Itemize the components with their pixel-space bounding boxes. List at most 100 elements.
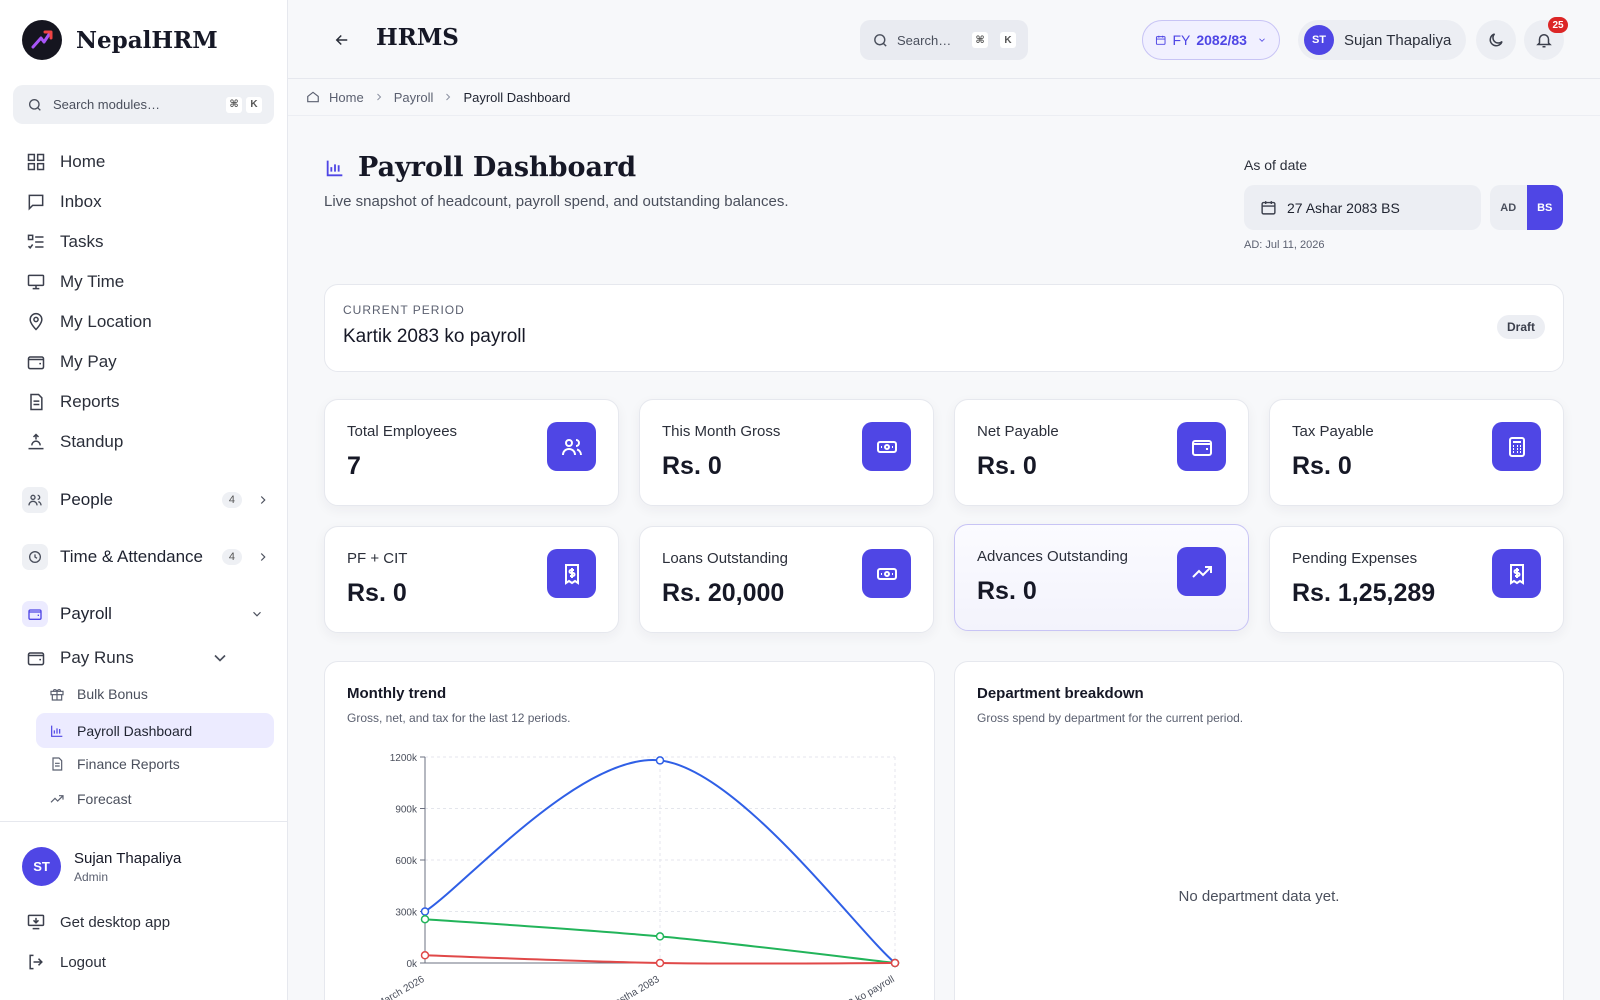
nav-reports[interactable]: Reports xyxy=(26,387,120,417)
stat-advances-outstanding: Advances Outstanding Rs. 0 xyxy=(954,524,1249,631)
wallet-icon xyxy=(27,652,45,666)
nav-my-pay[interactable]: My Pay xyxy=(26,347,117,377)
stat-label: Total Employees xyxy=(347,423,458,440)
trending-up-icon xyxy=(50,795,64,803)
stat-total-employees: Total Employees 7 xyxy=(324,399,619,506)
stat-value: 7 xyxy=(347,452,361,480)
brand[interactable]: NepalHRM xyxy=(22,20,218,60)
y-tick-label: 600k xyxy=(395,856,418,867)
global-search-placeholder: Search… xyxy=(897,32,952,48)
file-text-icon xyxy=(52,757,63,771)
x-tick-label: Jestha 2083 xyxy=(609,974,662,1000)
receipt-icon xyxy=(1492,549,1541,598)
stat-pending-expenses: Pending Expenses Rs. 1,25,289 xyxy=(1269,526,1564,633)
global-search-input[interactable]: Search… ⌘ K xyxy=(860,20,1028,60)
group-people-label: People xyxy=(60,490,113,509)
bar-chart-icon xyxy=(51,725,63,737)
calculator-icon xyxy=(1492,422,1541,471)
receipt-icon xyxy=(547,549,596,598)
sunrise-icon xyxy=(28,433,44,450)
nav-home-label: Home xyxy=(60,152,106,171)
sidebar-user[interactable]: ST Sujan Thapaliya Admin xyxy=(22,847,181,886)
search-icon xyxy=(874,33,887,47)
sub-item-bulk-bonus[interactable]: Bulk Bonus xyxy=(49,684,148,704)
module-search-placeholder: Search modules… xyxy=(53,97,160,112)
top-bar: HRMS Search… ⌘ K FY 2082/83 ST Sujan Tha… xyxy=(288,0,1600,79)
chevron-down-icon xyxy=(214,654,226,662)
kbd-k: K xyxy=(246,96,262,113)
breadcrumb-payroll[interactable]: Payroll xyxy=(394,90,434,105)
sub-item-forecast[interactable]: Forecast xyxy=(49,789,131,809)
series-point-1 xyxy=(655,932,665,941)
group-time-attendance[interactable]: Time & Attendance 4 xyxy=(22,541,270,573)
nav-tasks-label: Tasks xyxy=(60,232,104,251)
grid-icon xyxy=(27,153,45,171)
nav-reports-label: Reports xyxy=(60,392,120,411)
stat-label: Pending Expenses xyxy=(1292,550,1418,567)
wallet-icon xyxy=(1177,422,1226,471)
nav-my-location[interactable]: My Location xyxy=(26,307,152,337)
sub-item-forecast-label: Forecast xyxy=(77,791,132,807)
stat-value: Rs. 0 xyxy=(347,579,407,607)
y-tick-label: 900k xyxy=(395,805,418,816)
message-icon xyxy=(28,194,44,211)
stat-label: Advances Outstanding xyxy=(977,548,1128,565)
notifications-button[interactable]: 25 xyxy=(1524,17,1568,60)
breadcrumb-current: Payroll Dashboard xyxy=(463,89,571,105)
nav-pay-runs[interactable]: Pay Runs xyxy=(26,643,230,673)
bar-chart-icon xyxy=(326,160,343,176)
nav-standup[interactable]: Standup xyxy=(26,427,123,457)
series-point-2 xyxy=(655,958,665,968)
avatar: ST xyxy=(1304,25,1334,55)
y-tick-label: 300k xyxy=(395,908,418,919)
department-empty-state: No department data yet. xyxy=(1178,888,1340,905)
stat-label: Loans Outstanding xyxy=(662,550,788,567)
theme-toggle-button[interactable] xyxy=(1476,20,1516,60)
stat-pf-cit: PF + CIT Rs. 0 xyxy=(324,526,619,633)
group-payroll[interactable]: Payroll xyxy=(22,598,270,630)
sidebar-footer: ST Sujan Thapaliya Admin Get desktop app… xyxy=(0,821,287,1000)
logout-link[interactable]: Logout xyxy=(26,947,106,977)
group-people-count: 4 xyxy=(221,492,242,508)
calendar-type-toggle: AD BS xyxy=(1490,185,1563,230)
user-menu[interactable]: ST Sujan Thapaliya xyxy=(1298,20,1466,60)
stat-tax-payable: Tax Payable Rs. 0 xyxy=(1269,399,1564,506)
stat-value: Rs. 0 xyxy=(662,452,722,480)
nav-my-pay-label: My Pay xyxy=(60,352,117,371)
series-point-2 xyxy=(890,958,900,968)
banknote-icon xyxy=(862,422,911,471)
page-title: Payroll Dashboard xyxy=(324,152,636,183)
map-pin-icon xyxy=(29,312,43,331)
x-tick-label: March 2026 xyxy=(375,974,427,1000)
sub-item-finance-reports[interactable]: Finance Reports xyxy=(49,754,180,774)
app-title: HRMS xyxy=(376,24,459,51)
sub-item-payroll-dashboard[interactable]: Payroll Dashboard xyxy=(36,713,274,748)
checklist-icon xyxy=(27,234,44,249)
home-icon xyxy=(307,91,319,103)
series-point-2 xyxy=(420,951,430,960)
chevron-right-icon xyxy=(260,496,266,504)
department-breakdown-subtitle: Gross spend by department for the curren… xyxy=(977,711,1244,725)
page-subtitle: Live snapshot of headcount, payroll spen… xyxy=(324,193,789,210)
monthly-trend-chart: 0k 300k 600k 900k 1200k March 2026 Jestha 2083… xyxy=(375,753,900,1000)
group-time-attendance-label: Time & Attendance xyxy=(60,547,204,566)
toggle-ad[interactable]: AD xyxy=(1490,185,1527,230)
module-search-input[interactable]: Search modules… ⌘ K xyxy=(13,85,274,124)
nav-home[interactable]: Home xyxy=(26,147,105,177)
back-arrow-icon[interactable] xyxy=(333,31,351,49)
breadcrumb-home[interactable]: Home xyxy=(329,90,364,105)
nav-tasks[interactable]: Tasks xyxy=(26,227,103,257)
fiscal-year-select[interactable]: FY 2082/83 xyxy=(1142,20,1280,60)
stat-label: Net Payable xyxy=(977,423,1059,440)
monthly-trend-card: Monthly trend Gross, net, and tax for th… xyxy=(324,661,935,1000)
nav-my-time[interactable]: My Time xyxy=(26,267,124,297)
series-point-1 xyxy=(420,914,430,924)
toggle-bs[interactable]: BS xyxy=(1526,185,1563,230)
nav-inbox[interactable]: Inbox xyxy=(26,187,102,217)
as-of-date-input[interactable]: 27 Ashar 2083 BS xyxy=(1244,185,1481,230)
group-people[interactable]: People 4 xyxy=(22,484,270,516)
get-desktop-app-link[interactable]: Get desktop app xyxy=(26,907,170,937)
group-payroll-label: Payroll xyxy=(60,604,112,623)
ad-date-note: AD: Jul 11, 2026 xyxy=(1244,239,1325,251)
page-title-text: Payroll Dashboard xyxy=(358,152,637,183)
